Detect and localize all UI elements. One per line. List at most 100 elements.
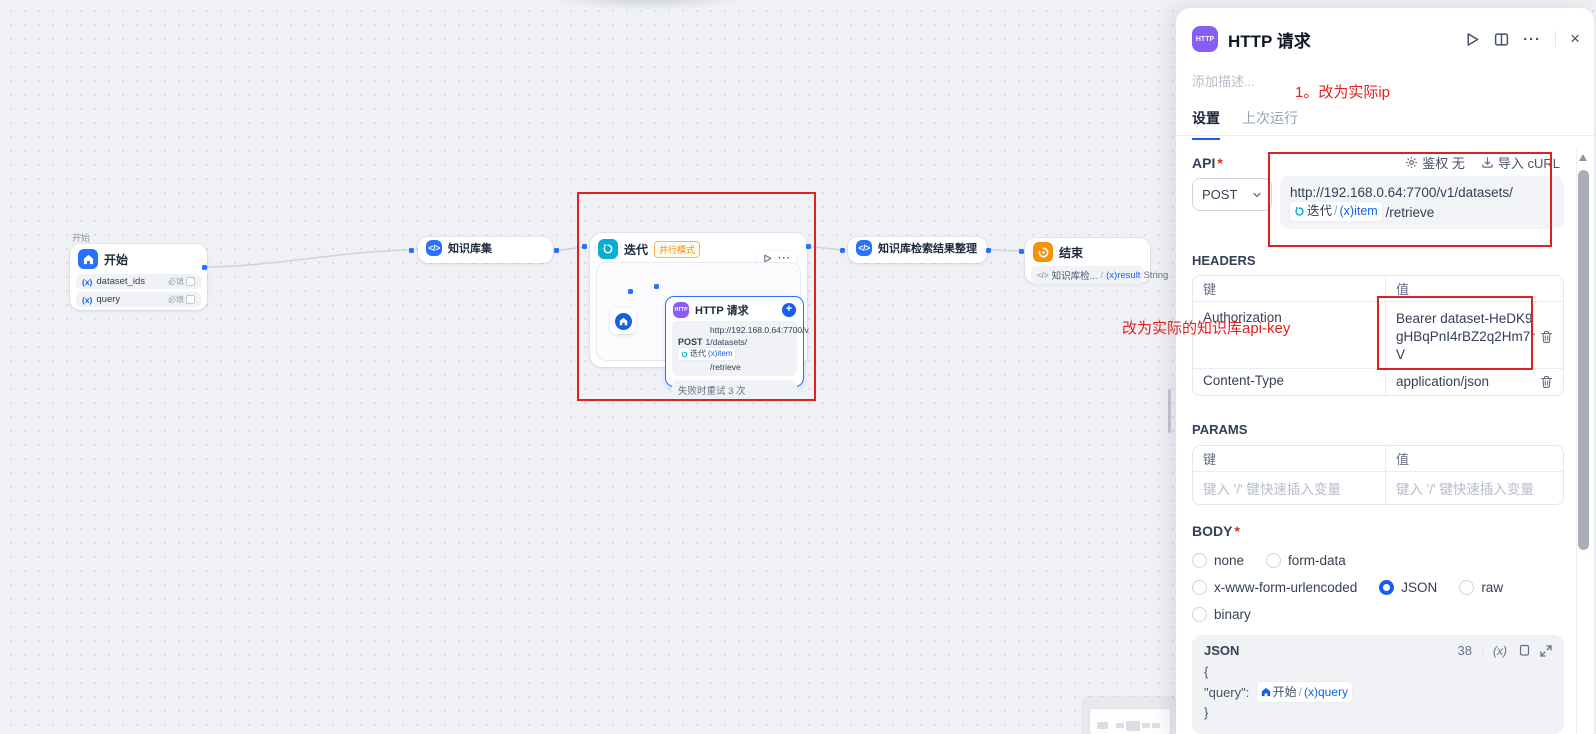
http-node[interactable]: HTTP HTTP 请求 + http://192.168.0.64:7700/… bbox=[665, 296, 804, 387]
port-handle[interactable] bbox=[202, 265, 207, 270]
iteration-inner-canvas[interactable]: HTTP HTTP 请求 + http://192.168.0.64:7700/… bbox=[596, 262, 801, 361]
port-handle[interactable] bbox=[554, 248, 559, 253]
url-input[interactable]: http://192.168.0.64:7700/v1/datasets/ 迭代… bbox=[1280, 176, 1564, 229]
expand-icon bbox=[1540, 645, 1552, 657]
copy-icon bbox=[1517, 644, 1530, 658]
more-button[interactable]: ··· bbox=[1523, 31, 1541, 48]
iteration-icon bbox=[1294, 206, 1305, 217]
workflow-editor: 开始 开始 (x) dataset_ids 必填 (x) query 必填 bbox=[0, 0, 1596, 734]
column-header-key: 键 bbox=[1193, 446, 1386, 471]
port-handle[interactable] bbox=[409, 248, 414, 253]
variable-badge: 开始 / (x)query bbox=[1257, 682, 1352, 702]
node-config-panel: HTTP HTTP 请求 ··· × 添加描述... 设置 上次运行 API* bbox=[1176, 8, 1594, 734]
radio-form-data[interactable]: form-data bbox=[1266, 553, 1346, 568]
iteration-node[interactable]: 迭代 并行模式 ··· HTTP HTTP 请求 + bbox=[590, 233, 807, 367]
insert-variable-button[interactable]: (x) bbox=[1493, 644, 1507, 658]
port-handle[interactable] bbox=[806, 244, 811, 249]
required-badge: 必填 bbox=[168, 294, 184, 305]
param-row: 键入 '/' 键快速插入变量 键入 '/' 键快速插入变量 bbox=[1193, 471, 1563, 504]
expand-button[interactable] bbox=[1540, 645, 1552, 657]
close-button[interactable]: × bbox=[1570, 29, 1580, 49]
header-value-input[interactable]: application/json bbox=[1396, 373, 1536, 391]
port-handle[interactable] bbox=[986, 248, 991, 253]
panel-resize-handle[interactable] bbox=[1168, 389, 1171, 433]
kb-result-title: 知识库检索结果整理 bbox=[878, 240, 977, 256]
parallel-mode-badge: 并行模式 bbox=[654, 241, 700, 258]
port-handle[interactable] bbox=[628, 289, 633, 294]
panel-scrollbar-thumb[interactable] bbox=[1578, 170, 1589, 550]
port-handle[interactable] bbox=[1019, 249, 1024, 254]
radio-binary[interactable]: binary bbox=[1192, 607, 1251, 622]
add-next-node-icon[interactable]: + bbox=[782, 303, 796, 317]
delete-row-button[interactable] bbox=[1540, 375, 1553, 389]
kb-result-node[interactable]: </> 知识库检索结果整理 bbox=[848, 237, 987, 263]
method-select[interactable]: POST bbox=[1192, 178, 1272, 211]
radio-raw[interactable]: raw bbox=[1459, 580, 1503, 595]
port-handle[interactable] bbox=[654, 284, 659, 289]
http-icon: HTTP bbox=[1192, 26, 1218, 52]
start-field-dataset-ids[interactable]: (x) dataset_ids 必填 bbox=[76, 274, 201, 289]
field-name: dataset_ids bbox=[96, 276, 145, 287]
minimap-viewport bbox=[1090, 709, 1170, 734]
start-node-title: 开始 bbox=[104, 251, 128, 268]
body-section-label: BODY* bbox=[1192, 523, 1240, 539]
radio-json[interactable]: JSON bbox=[1379, 580, 1437, 595]
code-icon: </> bbox=[426, 240, 442, 256]
column-header-value: 值 bbox=[1386, 446, 1563, 471]
column-header-value: 值 bbox=[1386, 276, 1563, 301]
annotation-note-apikey: 改为实际的知识库api-key bbox=[1122, 317, 1290, 338]
kb-set-node[interactable]: </> 知识库集 bbox=[418, 237, 553, 263]
start-field-query[interactable]: (x) query 必填 bbox=[76, 292, 201, 307]
toolbar-shadow bbox=[548, 0, 748, 10]
trash-icon bbox=[1540, 330, 1553, 344]
variable-icon: (x) bbox=[82, 295, 92, 305]
divider bbox=[1176, 135, 1594, 136]
panel-header: HTTP HTTP 请求 ··· × bbox=[1192, 24, 1580, 54]
start-node[interactable]: 开始 (x) dataset_ids 必填 (x) query 必填 bbox=[70, 244, 207, 310]
header-key-input[interactable]: Content-Type bbox=[1193, 369, 1386, 395]
divider bbox=[1555, 31, 1556, 47]
trash-icon bbox=[1540, 375, 1553, 389]
code-icon: </> bbox=[1037, 271, 1049, 280]
chevron-down-icon bbox=[1252, 190, 1262, 200]
api-section-label: API* bbox=[1192, 155, 1223, 171]
json-body-editor[interactable]: JSON 38 (x) { "query": bbox=[1192, 635, 1564, 734]
panel-title: HTTP 请求 bbox=[1228, 27, 1311, 52]
iteration-icon bbox=[681, 351, 688, 358]
split-view-button[interactable] bbox=[1494, 32, 1509, 47]
description-input[interactable]: 添加描述... bbox=[1192, 71, 1255, 90]
field-type-icon bbox=[186, 295, 195, 304]
auth-setting[interactable]: 鉴权 无 bbox=[1405, 153, 1465, 172]
copy-button[interactable] bbox=[1517, 644, 1530, 658]
port-handle[interactable] bbox=[840, 248, 845, 253]
param-value-input[interactable]: 键入 '/' 键快速插入变量 bbox=[1386, 472, 1563, 504]
radio-x-www-form-urlencoded[interactable]: x-www-form-urlencoded bbox=[1192, 580, 1357, 595]
divider bbox=[1482, 645, 1483, 657]
scroll-up-arrow[interactable] bbox=[1579, 154, 1587, 161]
header-row-content-type: Content-Type application/json bbox=[1193, 368, 1563, 395]
iteration-start-node[interactable] bbox=[610, 308, 636, 334]
end-node[interactable]: 结束 </> 知识库检... / (x)result String bbox=[1025, 238, 1150, 283]
variable-badge: 迭代 (x)item bbox=[678, 348, 735, 360]
editor-title: JSON bbox=[1204, 643, 1239, 658]
run-button[interactable] bbox=[1465, 32, 1480, 47]
http-icon: HTTP bbox=[673, 302, 689, 318]
home-icon bbox=[78, 249, 98, 269]
header-value-input[interactable]: Bearer dataset-HeDK9gHBqPnI4rBZ2q2Hm7rV bbox=[1396, 310, 1536, 364]
json-body-content[interactable]: { "query": 开始 / (x)query } bbox=[1204, 662, 1552, 723]
import-curl-button[interactable]: 导入 cURL bbox=[1481, 153, 1560, 172]
field-type-icon bbox=[186, 277, 195, 286]
import-icon bbox=[1481, 156, 1494, 169]
port-handle[interactable] bbox=[582, 244, 587, 249]
params-table: 键 值 键入 '/' 键快速插入变量 键入 '/' 键快速插入变量 bbox=[1192, 445, 1564, 505]
field-name: query bbox=[96, 294, 120, 305]
start-node-type-label: 开始 bbox=[72, 231, 90, 244]
radio-none[interactable]: none bbox=[1192, 553, 1244, 568]
minimap[interactable] bbox=[1083, 697, 1176, 734]
http-node-url: http://192.168.0.64:7700/v POST1/dataset… bbox=[672, 321, 797, 376]
params-section-label: PARAMS bbox=[1192, 422, 1247, 437]
iteration-title: 迭代 bbox=[624, 241, 648, 258]
param-key-input[interactable]: 键入 '/' 键快速插入变量 bbox=[1193, 472, 1386, 504]
retry-setting: 失败时重试 3 次 bbox=[672, 380, 797, 400]
delete-row-button[interactable] bbox=[1540, 330, 1553, 344]
